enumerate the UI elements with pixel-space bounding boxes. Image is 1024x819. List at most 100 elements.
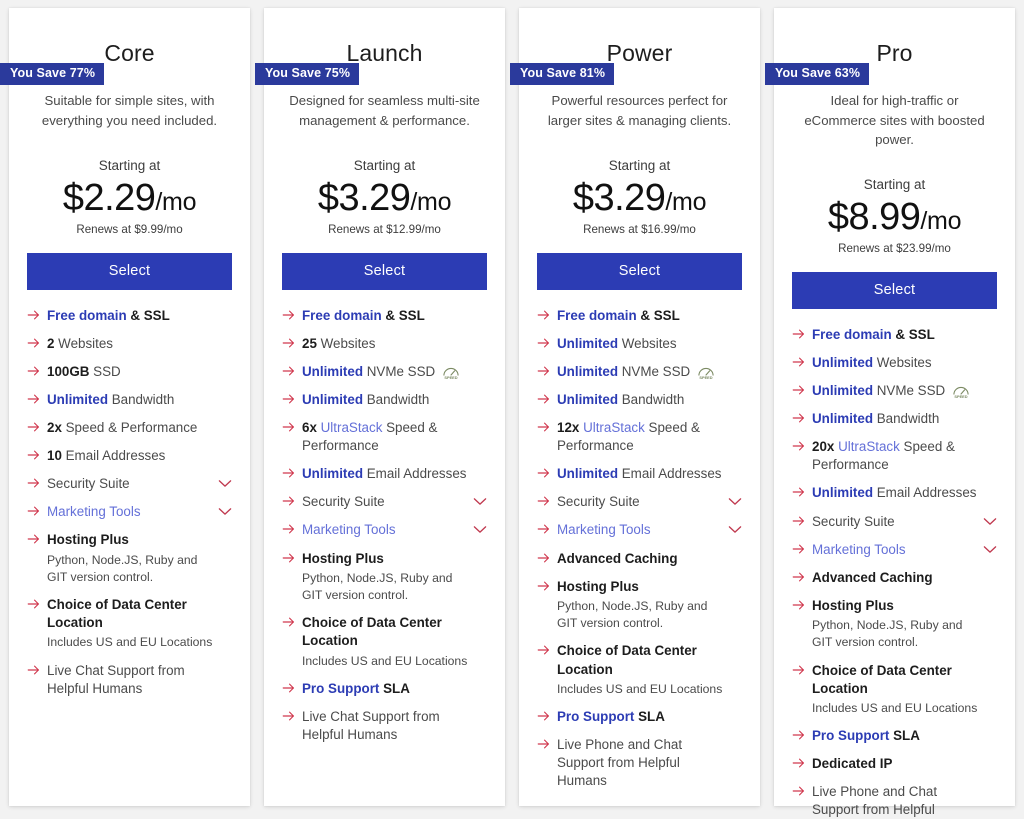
feature-item: Unlimited Bandwidth (792, 410, 997, 428)
feature-label: Unlimited Email Addresses (302, 465, 469, 483)
select-button[interactable]: Select (537, 252, 742, 290)
feature-text-part: Unlimited (557, 392, 619, 407)
price-period: /mo (920, 206, 962, 235)
feature-body: Dedicated IP (812, 755, 979, 773)
feature-label: Unlimited NVMe SSD SPEED (812, 382, 979, 400)
feature-text-part: NVMe SSD (618, 363, 691, 379)
feature-text-part: UltraStack (834, 439, 900, 455)
feature-item[interactable]: Marketing Tools (282, 521, 487, 539)
arrow-right-icon (282, 552, 295, 568)
feature-item: Free domain & SSL (792, 326, 997, 344)
feature-item[interactable]: Marketing Tools (27, 503, 232, 521)
feature-text-part: Dedicated IP (812, 756, 893, 772)
chevron-down-icon[interactable] (728, 525, 742, 535)
save-badge: You Save 63% (765, 63, 870, 85)
feature-text-part: & SSL (126, 307, 170, 323)
plan-description: Ideal for high-traffic or eCommerce site… (804, 93, 985, 147)
feature-subtext: Python, Node.JS, Ruby and GIT version co… (47, 552, 198, 584)
renewal-price: Renews at $9.99/mo (76, 222, 183, 236)
price-period: /mo (665, 187, 707, 216)
starting-at-label: Starting at (98, 157, 161, 173)
arrow-right-icon (282, 523, 295, 539)
arrow-right-icon (27, 309, 40, 325)
feature-item[interactable]: Security Suite (792, 513, 997, 531)
feature-text-part: Websites (316, 335, 376, 351)
feature-item: 25 Websites (282, 335, 487, 353)
feature-label: Live Phone and Chat Support from Helpful… (812, 783, 979, 819)
feature-text-part: Unlimited (302, 363, 364, 379)
feature-label: Choice of Data Center Location (812, 662, 979, 698)
feature-body: Unlimited NVMe SSD SPEED (302, 363, 469, 381)
feature-label: 20x UltraStack Speed & Performance (812, 438, 979, 474)
select-button[interactable]: Select (792, 271, 997, 309)
feature-text-part: NVMe SSD (873, 383, 946, 399)
feature-item[interactable]: Security Suite (537, 493, 742, 511)
feature-body: Choice of Data Center Location Includes U… (302, 614, 469, 670)
feature-text-part: Marketing Tools (557, 522, 651, 538)
chevron-down-icon[interactable] (983, 517, 997, 527)
select-button[interactable]: Select (27, 252, 232, 290)
feature-text-part: Choice of Data Center Location (557, 643, 697, 677)
feature-label: Pro Support SLA (302, 680, 469, 698)
feature-item[interactable]: Marketing Tools (792, 541, 997, 559)
chevron-down-icon[interactable] (218, 479, 232, 489)
starting-at-label: Starting at (608, 157, 671, 173)
feature-text-part: Advanced Caching (812, 569, 933, 585)
feature-label: Free domain & SSL (302, 307, 469, 325)
feature-body: Live Phone and Chat Support from Helpful… (557, 736, 724, 790)
feature-text-part: Email Addresses (61, 448, 166, 464)
feature-body: 25 Websites (302, 335, 469, 353)
chevron-down-icon[interactable] (728, 497, 742, 507)
feature-label: Unlimited Websites (812, 354, 979, 372)
chevron-down-icon[interactable] (473, 497, 487, 507)
plan-card-launch: Launch You Save 75% Designed for seamless … (255, 8, 505, 806)
arrow-right-icon (537, 365, 550, 381)
feature-text-part: Bandwidth (108, 392, 175, 407)
feature-item[interactable]: Security Suite (27, 475, 232, 493)
feature-label: Marketing Tools (557, 521, 724, 539)
arrow-right-icon (537, 523, 550, 539)
feature-label: Marketing Tools (302, 521, 469, 539)
arrow-right-icon (282, 393, 295, 409)
feature-text-part: Live Chat Support from Helpful Humans (302, 708, 440, 743)
arrow-right-icon (537, 710, 550, 726)
feature-item: Hosting Plus Python, Node.JS, Ruby and GI… (537, 578, 742, 633)
feature-item: Unlimited Bandwidth (282, 391, 487, 409)
feature-text-part: Free domain (812, 326, 892, 342)
feature-body: Unlimited NVMe SSD SPEED (557, 363, 724, 381)
feature-body: Unlimited Websites (812, 354, 979, 372)
feature-item[interactable]: Security Suite (282, 493, 487, 511)
chevron-down-icon[interactable] (218, 507, 232, 517)
arrow-right-icon (537, 738, 550, 754)
feature-item[interactable]: Marketing Tools (537, 521, 742, 539)
price-row: $3.29/mo (537, 177, 742, 220)
feature-body: Unlimited Websites (557, 335, 724, 353)
feature-text-part: Advanced Caching (557, 550, 678, 566)
feature-text-part: SSD (89, 363, 121, 379)
feature-body: Free domain & SSL (557, 307, 724, 325)
select-button[interactable]: Select (282, 252, 487, 290)
feature-list: Free domain & SSL 2 Websites 100GB SSD Unli… (27, 307, 232, 708)
feature-label: Unlimited Bandwidth (47, 391, 214, 409)
feature-item: Choice of Data Center Location Includes U… (537, 642, 742, 698)
feature-body: Unlimited Bandwidth (47, 391, 214, 409)
feature-item: Live Chat Support from Helpful Humans (282, 708, 487, 744)
arrow-right-icon (27, 365, 40, 381)
feature-body: Pro Support SLA (812, 727, 979, 745)
feature-item: 2x Speed & Performance (27, 419, 232, 437)
feature-text-part: Email Addresses (618, 466, 722, 482)
arrow-right-icon (792, 440, 805, 456)
feature-label: Hosting Plus (47, 531, 214, 549)
chevron-down-icon[interactable] (983, 545, 997, 555)
price-row: $3.29/mo (282, 177, 487, 220)
feature-label: Unlimited Bandwidth (812, 410, 979, 428)
speed-badge-icon: SPEED (951, 383, 971, 399)
arrow-right-icon (792, 571, 805, 587)
arrow-right-icon (792, 384, 805, 400)
chevron-down-icon[interactable] (473, 525, 487, 535)
feature-text-part: Websites (54, 335, 113, 351)
feature-item: 12x UltraStack Speed & Performance (537, 419, 742, 455)
arrow-right-icon (537, 393, 550, 409)
feature-text-part: Unlimited (557, 335, 619, 351)
save-badge: You Save 77% (0, 63, 105, 85)
